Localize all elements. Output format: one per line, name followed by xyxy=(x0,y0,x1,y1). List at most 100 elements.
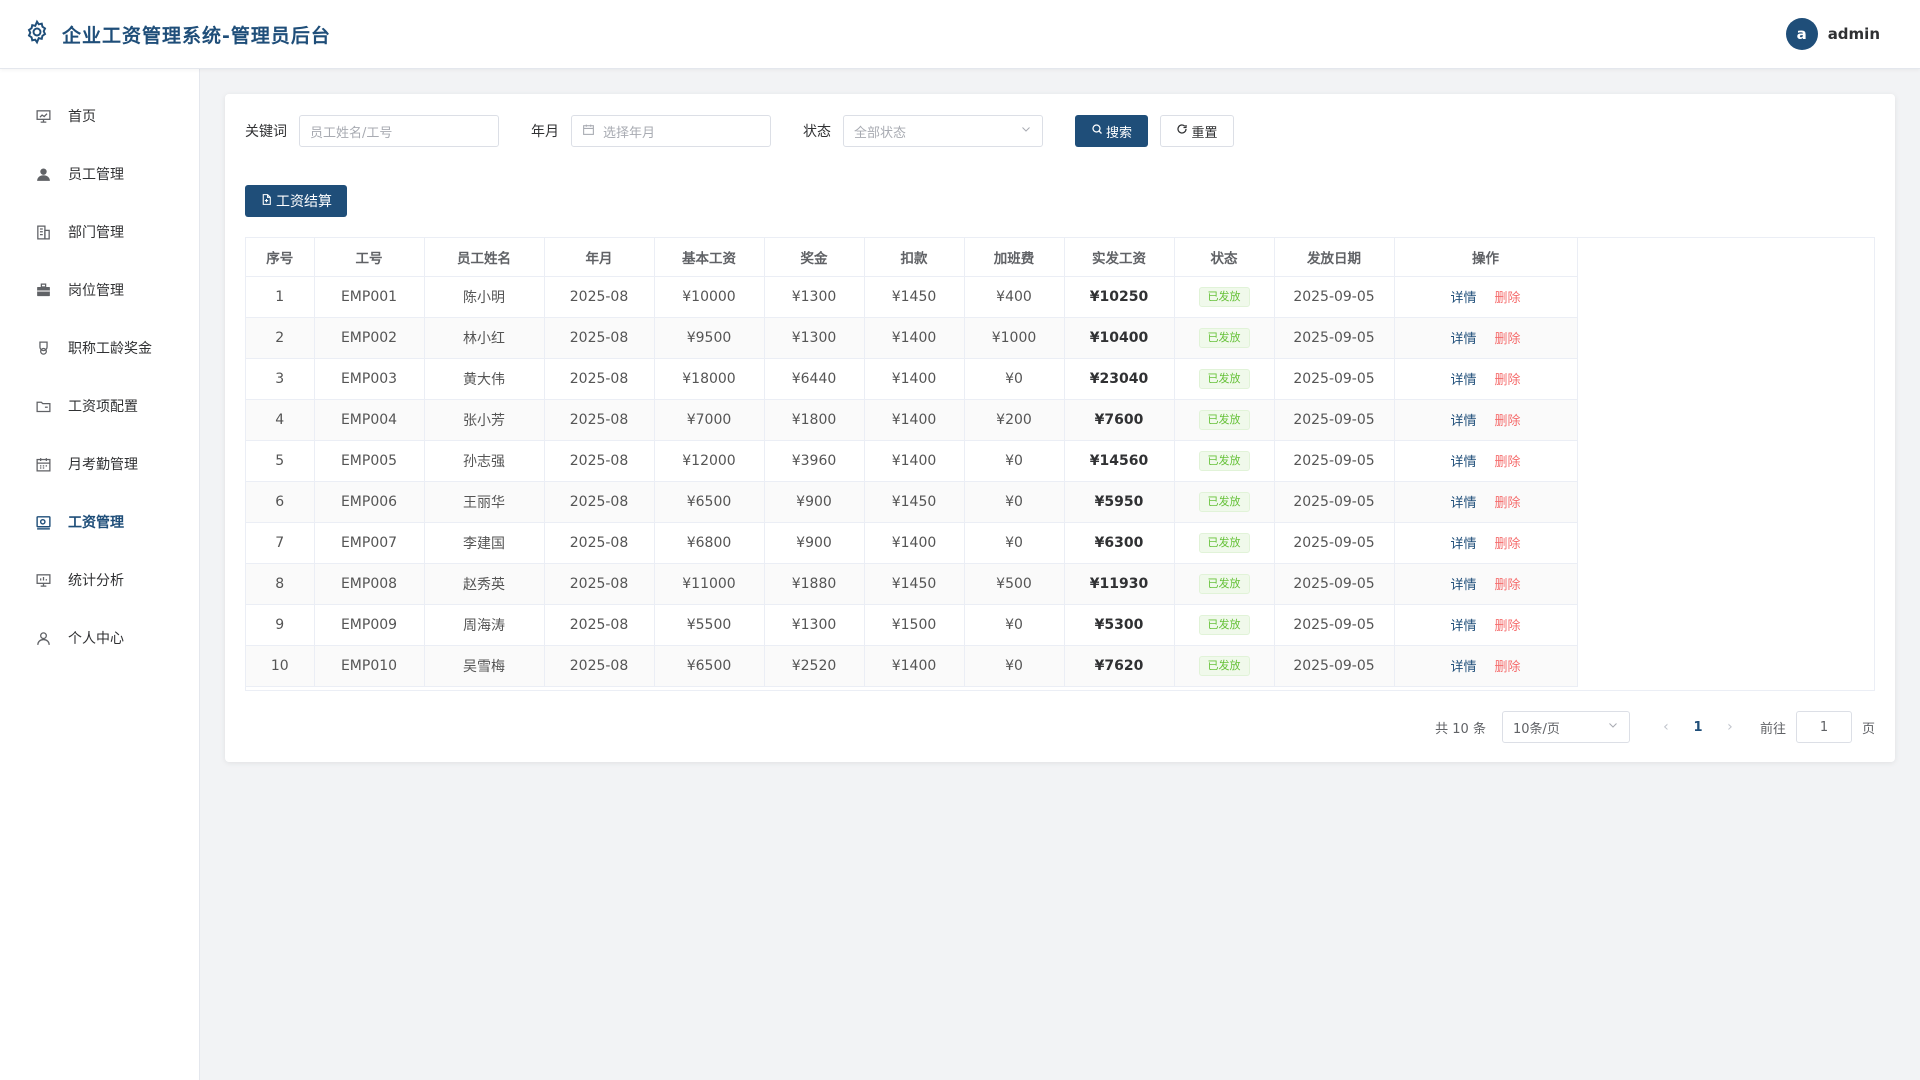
cell-idx: 10 xyxy=(246,645,315,687)
delete-link[interactable]: 删除 xyxy=(1495,537,1521,552)
salary-settle-button[interactable]: 工资结算 xyxy=(245,185,347,217)
prev-page-icon[interactable]: ‹ xyxy=(1654,719,1678,735)
sidebar-item-departments[interactable]: 部门管理 xyxy=(0,203,199,261)
sidebar-item-statistics[interactable]: 统计分析 xyxy=(0,551,199,609)
table-row: 5 EMP005 孙志强 2025-08 ¥12000 ¥3960 ¥1400 ¥0 ¥1456… xyxy=(246,440,1578,482)
delete-link[interactable]: 删除 xyxy=(1495,455,1521,470)
status-placeholder: 全部状态 xyxy=(854,125,907,141)
cell-pay-date: 2025-09-05 xyxy=(1274,440,1395,482)
cell-overtime: ¥400 xyxy=(964,276,1065,318)
cell-status: 已发放 xyxy=(1174,563,1275,605)
detail-link[interactable]: 详情 xyxy=(1450,414,1476,429)
sidebar-item-attendance[interactable]: 月考勤管理 xyxy=(0,435,199,493)
cell-name: 周海涛 xyxy=(424,604,545,646)
delete-link[interactable]: 删除 xyxy=(1495,291,1521,306)
delete-link[interactable]: 删除 xyxy=(1495,414,1521,429)
sidebar-item-employees[interactable]: 员工管理 xyxy=(0,145,199,203)
dashboard-icon xyxy=(34,107,52,125)
cell-net: ¥5300 xyxy=(1064,604,1175,646)
sidebar-item-label: 个人中心 xyxy=(68,631,124,647)
user-menu[interactable]: a admin xyxy=(1785,18,1896,50)
delete-link[interactable]: 删除 xyxy=(1495,373,1521,388)
cell-status: 已发放 xyxy=(1174,481,1275,523)
month-placeholder: 选择年月 xyxy=(603,125,656,141)
status-select[interactable]: 全部状态 xyxy=(843,115,1043,147)
refresh-icon xyxy=(1176,123,1188,139)
cell-pay-date: 2025-09-05 xyxy=(1274,317,1395,359)
month-picker[interactable]: 选择年月 xyxy=(571,115,771,147)
search-icon xyxy=(1091,123,1103,139)
cell-bonus: ¥1300 xyxy=(764,317,865,359)
detail-link[interactable]: 详情 xyxy=(1450,455,1476,470)
calendar-icon xyxy=(34,455,52,473)
salary-settle-label: 工资结算 xyxy=(276,194,332,210)
cell-name: 李建国 xyxy=(424,522,545,564)
folder-icon xyxy=(34,397,52,415)
top-header: 企业工资管理系统-管理员后台 a admin xyxy=(0,0,1920,69)
status-badge: 已发放 xyxy=(1198,450,1250,471)
sidebar-item-title-bonus[interactable]: 职称工龄奖金 xyxy=(0,319,199,377)
sidebar-item-profile[interactable]: 个人中心 xyxy=(0,609,199,667)
sidebar-item-salary-items[interactable]: 工资项配置 xyxy=(0,377,199,435)
goto-page-input[interactable]: 1 xyxy=(1795,711,1852,743)
delete-link[interactable]: 删除 xyxy=(1495,496,1521,511)
person-icon xyxy=(34,629,52,647)
cell-actions: 详情 删除 xyxy=(1394,481,1578,523)
cell-net: ¥7620 xyxy=(1064,645,1175,687)
reset-button[interactable]: 重置 xyxy=(1160,115,1234,147)
cell-month: 2025-08 xyxy=(544,358,655,400)
next-page-icon[interactable]: › xyxy=(1718,719,1742,735)
goto-label: 前往 xyxy=(1759,721,1786,737)
cell-emp-no: EMP007 xyxy=(314,522,425,564)
delete-link[interactable]: 删除 xyxy=(1495,619,1521,634)
cell-status: 已发放 xyxy=(1174,604,1275,646)
column-header: 奖金 xyxy=(764,238,865,277)
delete-link[interactable]: 删除 xyxy=(1495,332,1521,347)
cell-pay-date: 2025-09-05 xyxy=(1274,399,1395,441)
detail-link[interactable]: 详情 xyxy=(1450,537,1476,552)
sidebar-item-salary[interactable]: 工资管理 xyxy=(0,493,199,551)
cell-pay-date: 2025-09-05 xyxy=(1274,563,1395,605)
user-icon xyxy=(34,165,52,183)
detail-link[interactable]: 详情 xyxy=(1450,332,1476,347)
detail-link[interactable]: 详情 xyxy=(1450,619,1476,634)
detail-link[interactable]: 详情 xyxy=(1450,373,1476,388)
current-page[interactable]: 1 xyxy=(1678,720,1718,735)
username[interactable]: admin xyxy=(1828,25,1880,43)
sidebar-item-label: 月考勤管理 xyxy=(68,457,138,473)
detail-link[interactable]: 详情 xyxy=(1450,496,1476,511)
detail-link[interactable]: 详情 xyxy=(1450,660,1476,675)
column-header: 年月 xyxy=(544,238,655,277)
sidebar-item-label: 部门管理 xyxy=(68,225,124,241)
cell-bonus: ¥6440 xyxy=(764,358,865,400)
cell-emp-no: EMP009 xyxy=(314,604,425,646)
delete-link[interactable]: 删除 xyxy=(1495,578,1521,593)
cell-month: 2025-08 xyxy=(544,481,655,523)
sidebar-item-positions[interactable]: 岗位管理 xyxy=(0,261,199,319)
cell-net: ¥7600 xyxy=(1064,399,1175,441)
detail-link[interactable]: 详情 xyxy=(1450,578,1476,593)
page-size-value: 10条/页 xyxy=(1512,721,1560,737)
status-label: 状态 xyxy=(803,124,831,140)
sidebar-item-home[interactable]: 首页 xyxy=(0,87,199,145)
brand: 企业工资管理系统-管理员后台 xyxy=(24,19,331,49)
avatar[interactable]: a xyxy=(1785,18,1818,50)
cell-overtime: ¥1000 xyxy=(964,317,1065,359)
cell-status: 已发放 xyxy=(1174,522,1275,564)
delete-link[interactable]: 删除 xyxy=(1495,660,1521,675)
cell-idx: 2 xyxy=(246,317,315,359)
page-size-select[interactable]: 10条/页 xyxy=(1501,711,1630,743)
cell-pay-date: 2025-09-05 xyxy=(1274,358,1395,400)
app-title: 企业工资管理系统-管理员后台 xyxy=(62,24,331,47)
search-button[interactable]: 搜索 xyxy=(1075,115,1148,147)
detail-link[interactable]: 详情 xyxy=(1450,291,1476,306)
keyword-label: 关键词 xyxy=(245,124,287,140)
cell-overtime: ¥0 xyxy=(964,358,1065,400)
status-badge: 已发放 xyxy=(1198,286,1250,307)
column-header: 状态 xyxy=(1174,238,1275,277)
table-row: 8 EMP008 赵秀英 2025-08 ¥11000 ¥1880 ¥1450 ¥500 ¥11… xyxy=(246,563,1578,605)
column-header: 加班费 xyxy=(964,238,1065,277)
cell-month: 2025-08 xyxy=(544,522,655,564)
keyword-input[interactable]: 员工姓名/工号 xyxy=(299,115,499,147)
cell-name: 张小芳 xyxy=(424,399,545,441)
